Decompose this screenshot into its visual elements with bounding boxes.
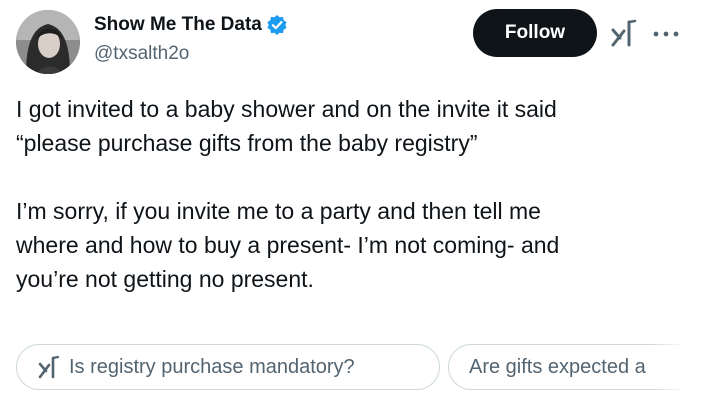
grok-icon	[38, 355, 60, 379]
more-options-icon[interactable]	[651, 24, 681, 44]
verified-badge-icon[interactable]	[266, 14, 288, 36]
display-name[interactable]: Show Me The Data	[94, 12, 262, 38]
avatar[interactable]	[16, 10, 80, 74]
handle[interactable]: @txsalth2o	[94, 41, 288, 67]
tweet-card: Show Me The Data @txsalth2o Follow I got…	[0, 0, 708, 412]
follow-button[interactable]: Follow	[473, 9, 597, 57]
avatar-photo	[16, 10, 80, 74]
suggestion-label: Is registry purchase mandatory?	[69, 355, 355, 378]
author-info: Show Me The Data @txsalth2o	[94, 12, 288, 67]
suggestion-chip[interactable]: Is registry purchase mandatory?	[16, 344, 440, 390]
tweet-text: I got invited to a baby shower and on th…	[16, 96, 560, 292]
grok-icon[interactable]	[609, 18, 639, 48]
suggestion-label: Are gifts expected a	[469, 355, 646, 378]
grok-suggestions: Is registry purchase mandatory? Are gift…	[16, 344, 692, 392]
name-row: Show Me The Data	[94, 12, 288, 38]
scroll-fade	[652, 344, 692, 392]
